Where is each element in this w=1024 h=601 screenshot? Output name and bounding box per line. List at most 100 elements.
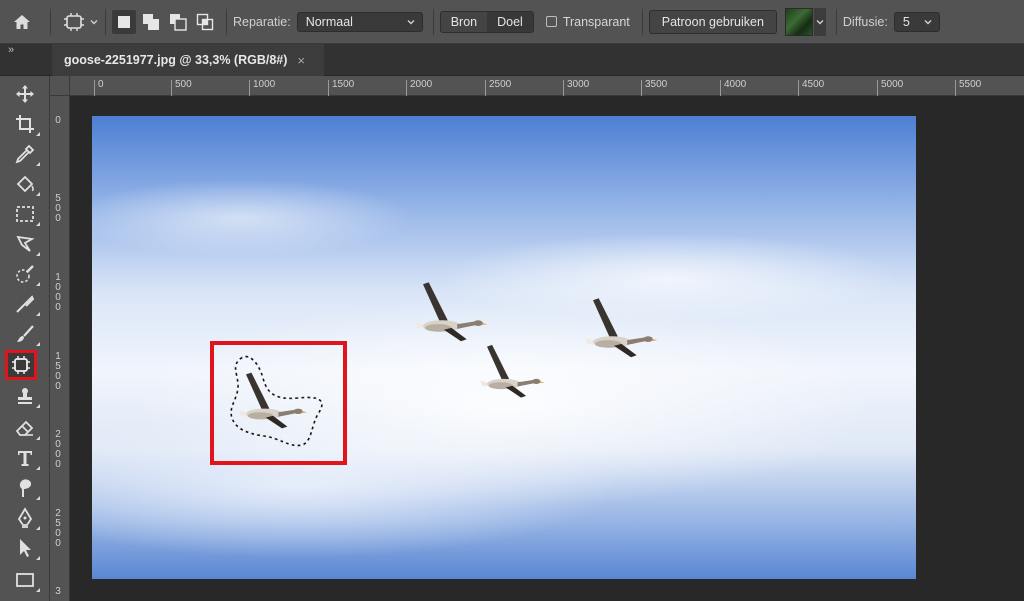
- move-tool[interactable]: [8, 80, 42, 108]
- type-tool[interactable]: [8, 444, 42, 472]
- brush-tool[interactable]: [8, 320, 42, 348]
- tool-preset-picker[interactable]: [63, 12, 99, 31]
- smudge-icon: [19, 479, 32, 497]
- divider: [226, 8, 227, 35]
- crop-icon: [16, 115, 34, 133]
- intersect-selection-button[interactable]: [193, 10, 217, 34]
- crop-tool[interactable]: [8, 110, 42, 138]
- ruler-tick-label: 1500: [328, 80, 354, 96]
- paint-bucket-tool[interactable]: [8, 170, 42, 198]
- eraser-tool[interactable]: [8, 414, 42, 442]
- submenu-indicator: [36, 162, 40, 166]
- ruler-tick-label: 2500: [485, 80, 511, 96]
- submenu-indicator: [36, 496, 40, 500]
- clone-stamp-icon: [18, 388, 32, 404]
- patch-tool[interactable]: [5, 350, 37, 380]
- transparant-checkbox[interactable]: Transparant: [545, 15, 630, 29]
- document-tab[interactable]: goose-2251977.jpg @ 33,3% (RGB/8#) ×: [52, 44, 324, 76]
- close-tab-button[interactable]: ×: [297, 53, 305, 68]
- chevron-down-icon: [407, 19, 415, 24]
- type-icon: [18, 451, 32, 466]
- eraser-icon: [15, 420, 34, 436]
- smudge-tool[interactable]: [8, 474, 42, 502]
- rectangular-marquee-tool[interactable]: [8, 200, 42, 228]
- checkbox-box[interactable]: [545, 16, 557, 27]
- pattern-dropdown[interactable]: [813, 7, 826, 36]
- rectangle-tool[interactable]: [8, 566, 42, 594]
- submenu-indicator: [36, 222, 40, 226]
- document-title: goose-2251977.jpg @ 33,3% (RGB/8#): [64, 53, 288, 67]
- divider: [50, 8, 51, 35]
- horizontal-ruler[interactable]: 0 500 1000 1500 2000 2500 3000 3500 4000…: [70, 76, 1024, 96]
- ruler-tick-label: 1000: [249, 80, 275, 96]
- submenu-indicator: [36, 526, 40, 530]
- eyedropper-icon: [15, 144, 35, 164]
- ruler-tick-label: 1000: [55, 272, 61, 313]
- ruler-tick-label: 3: [55, 586, 61, 597]
- clone-stamp-tool[interactable]: [8, 382, 42, 410]
- ruler-tick-label: 4500: [798, 80, 824, 96]
- submenu-indicator: [36, 556, 40, 560]
- submenu-indicator: [36, 312, 40, 316]
- reparatie-label: Reparatie:: [233, 14, 291, 29]
- goose-2: [585, 298, 658, 358]
- highlight-box-selection: [210, 341, 347, 465]
- rectangle-icon: [16, 573, 34, 587]
- path-selection-tool[interactable]: [8, 534, 42, 562]
- ruler-tick-label: 2500: [55, 508, 61, 549]
- panel-collapse-button[interactable]: »: [8, 44, 14, 56]
- ruler-tick-label: 0: [94, 80, 104, 96]
- submenu-indicator: [36, 436, 40, 440]
- ruler-corner: [50, 76, 70, 96]
- submenu-indicator: [36, 282, 40, 286]
- source-destination-toggle: Bron Doel: [439, 10, 534, 33]
- subtract-from-selection-button[interactable]: [166, 10, 190, 34]
- ruler-tick-label: 0: [55, 115, 61, 126]
- vertical-ruler[interactable]: 0 500 1000 1500 2000 2500 3: [50, 96, 70, 601]
- add-to-selection-button[interactable]: [139, 10, 163, 34]
- diffusie-label: Diffusie:: [842, 14, 888, 29]
- ruler-tick-label: 5000: [877, 80, 903, 96]
- bron-button[interactable]: Bron: [440, 11, 488, 32]
- intersect-selection-icon: [196, 13, 214, 30]
- goose-3: [480, 344, 545, 398]
- canvas-workspace[interactable]: [70, 96, 1024, 601]
- photoshop-window: Reparatie: Normaal Bron Doel Transparant…: [0, 0, 1024, 601]
- ruler-tick-label: 500: [171, 80, 192, 96]
- divider: [432, 8, 434, 35]
- pattern-swatch[interactable]: [784, 7, 813, 36]
- reparatie-select[interactable]: Normaal: [296, 11, 423, 32]
- ruler-tick-label: 500: [55, 193, 61, 224]
- chevron-down-icon: [90, 19, 98, 24]
- lasso-tool[interactable]: [8, 230, 42, 258]
- submenu-indicator: [36, 252, 40, 256]
- divider: [105, 8, 106, 35]
- submenu-indicator: [36, 588, 40, 592]
- chevron-down-icon: [816, 19, 824, 24]
- patch-tool-preset-icon: [64, 12, 84, 31]
- brush-icon: [17, 325, 34, 342]
- diffusie-value: 5: [902, 14, 910, 29]
- submenu-indicator: [36, 192, 40, 196]
- eyedropper-tool[interactable]: [8, 140, 42, 168]
- diffusie-select[interactable]: 5: [893, 11, 940, 32]
- lasso-icon: [16, 235, 35, 252]
- patroon-gebruiken-button[interactable]: Patroon gebruiken: [648, 9, 777, 34]
- path-select-icon: [20, 539, 31, 557]
- spot-healing-icon: [16, 295, 35, 313]
- reparatie-value: Normaal: [305, 14, 353, 29]
- rect-marquee-icon: [16, 206, 34, 222]
- ruler-tick-label: 3000: [563, 80, 589, 96]
- pen-tool[interactable]: [8, 504, 42, 532]
- subtract-selection-icon: [170, 13, 187, 31]
- ruler-tick-label: 5500: [955, 80, 981, 96]
- ruler-tick-label: 1500: [55, 351, 61, 392]
- patch-icon: [12, 356, 30, 374]
- doel-button[interactable]: Doel: [487, 11, 533, 32]
- quick-selection-tool[interactable]: [8, 260, 42, 288]
- ruler-tick-label: 4000: [720, 80, 746, 96]
- spot-healing-tool[interactable]: [8, 290, 42, 318]
- home-button[interactable]: [0, 0, 44, 44]
- new-selection-button[interactable]: [112, 9, 136, 34]
- divider: [835, 8, 837, 35]
